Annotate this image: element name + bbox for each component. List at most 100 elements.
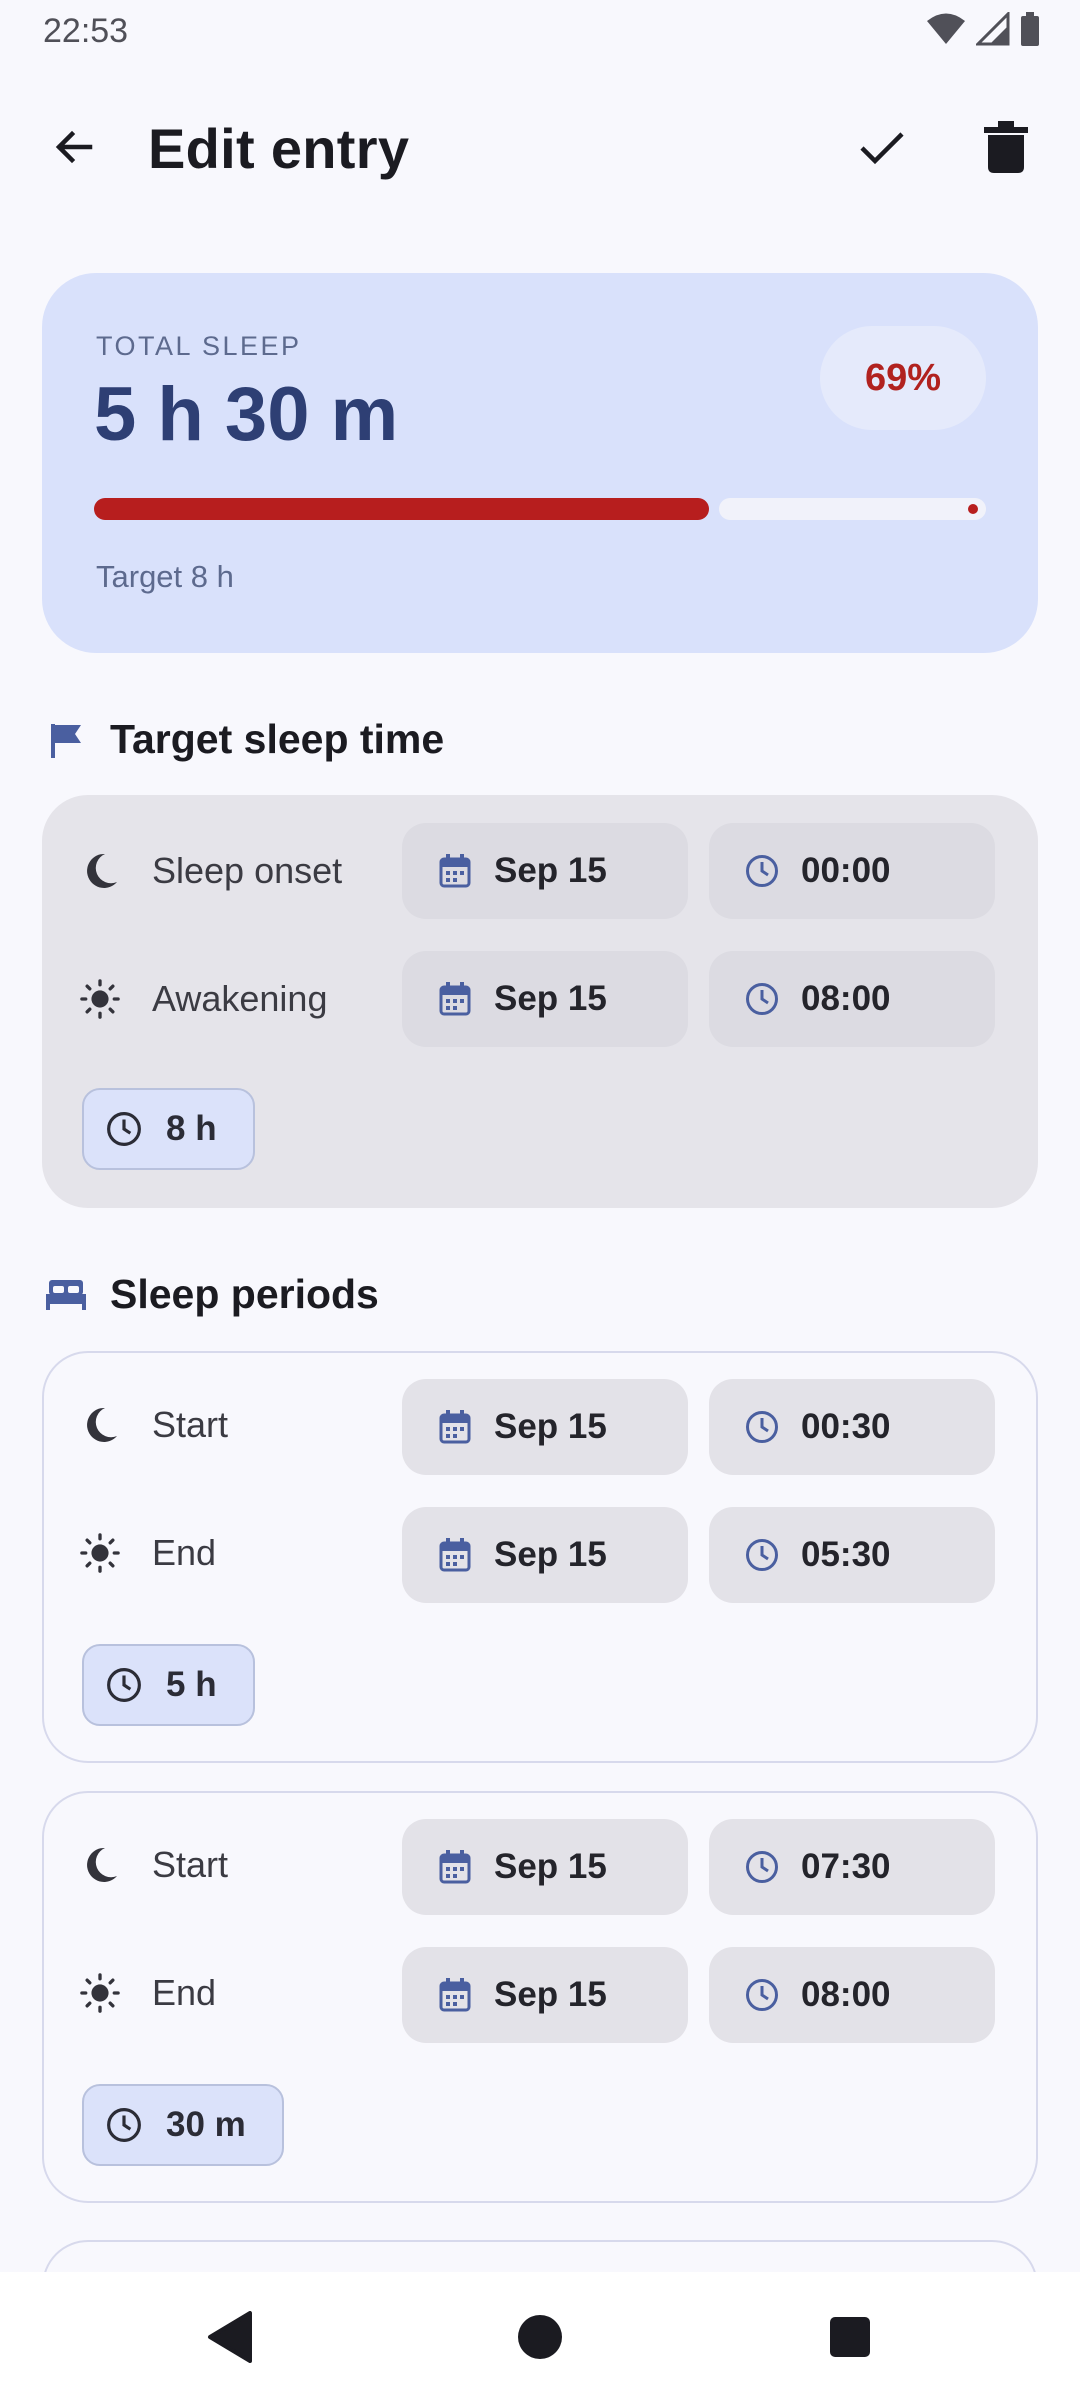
date-value: Sep 15 <box>494 851 607 890</box>
time-value: 00:00 <box>801 851 891 890</box>
calendar-icon <box>438 982 472 1016</box>
target-duration-chip[interactable]: 8 h <box>82 1088 255 1170</box>
sleep-period-card: Start Sep 15 00:30 End Sep 15 05:30 5 h <box>42 1351 1038 1763</box>
time-field[interactable]: 08:00 <box>709 951 995 1047</box>
flag-icon <box>46 720 86 760</box>
calendar-icon <box>438 854 472 888</box>
bed-icon <box>46 1275 86 1315</box>
delete-button[interactable] <box>964 105 1048 189</box>
date-field[interactable]: Sep 15 <box>402 823 688 919</box>
circle-home-icon <box>517 2314 563 2360</box>
clock-icon <box>106 1667 142 1703</box>
period-row-start: Start Sep 15 07:30 <box>44 1819 1040 1915</box>
sleep-target-label: Target 8 h <box>96 559 234 594</box>
progress-end-dot <box>968 504 978 514</box>
duration-value: 8 h <box>166 1109 217 1148</box>
time-value: 00:30 <box>801 1407 891 1446</box>
top-app-bar: Edit entry <box>0 80 1080 215</box>
nav-home-button[interactable] <box>505 2302 575 2372</box>
time-field[interactable]: 08:00 <box>709 1947 995 2043</box>
signal-icon <box>976 12 1010 46</box>
status-time: 22:53 <box>43 12 129 50</box>
row-label: Sleep onset <box>152 850 343 891</box>
clock-icon <box>745 854 779 888</box>
time-value: 08:00 <box>801 979 891 1018</box>
total-sleep-value: 5 h 30 m <box>94 372 399 457</box>
battery-icon <box>1020 12 1040 46</box>
time-field[interactable]: 00:30 <box>709 1379 995 1475</box>
sleep-percent-badge: 69% <box>820 326 986 430</box>
date-value: Sep 15 <box>494 1975 607 2014</box>
calendar-icon <box>438 1410 472 1444</box>
row-label: Awakening <box>152 978 328 1019</box>
moon-icon <box>80 1845 120 1885</box>
target-row-onset: Sleep onset Sep 15 00:00 <box>42 823 1038 919</box>
progress-track <box>719 498 986 520</box>
calendar-icon <box>438 1850 472 1884</box>
sleep-percent-value: 69% <box>864 356 942 399</box>
square-recents-icon <box>829 2316 871 2358</box>
date-field[interactable]: Sep 15 <box>402 951 688 1047</box>
date-field[interactable]: Sep 15 <box>402 1947 688 2043</box>
duration-value: 5 h <box>166 1665 217 1704</box>
row-label: Start <box>152 1844 229 1885</box>
progress-fill <box>94 498 709 520</box>
back-button[interactable] <box>32 105 116 189</box>
date-field[interactable]: Sep 15 <box>402 1507 688 1603</box>
clock-icon <box>745 1538 779 1572</box>
period-duration-chip[interactable]: 30 m <box>82 2084 284 2166</box>
sun-icon <box>80 979 120 1019</box>
date-value: Sep 15 <box>494 1407 607 1446</box>
duration-value: 30 m <box>166 2105 246 2144</box>
periods-section-header: Sleep periods <box>46 1271 379 1318</box>
periods-section-title: Sleep periods <box>110 1271 379 1317</box>
confirm-button[interactable] <box>840 105 924 189</box>
nav-recents-button[interactable] <box>815 2302 885 2372</box>
target-row-awakening: Awakening Sep 15 08:00 <box>42 951 1038 1047</box>
moon-icon <box>80 851 120 891</box>
date-field[interactable]: Sep 15 <box>402 1819 688 1915</box>
total-sleep-label: TOTAL SLEEP <box>96 331 302 361</box>
row-label: Start <box>152 1404 229 1445</box>
target-sleep-card: Sleep onset Sep 15 00:00 Awakening Sep 1… <box>42 795 1038 1208</box>
time-field[interactable]: 00:00 <box>709 823 995 919</box>
total-sleep-card: TOTAL SLEEP 5 h 30 m 69% Target 8 h <box>42 273 1038 653</box>
trash-icon <box>984 121 1028 173</box>
time-value: 05:30 <box>801 1535 891 1574</box>
clock-icon <box>106 2107 142 2143</box>
time-value: 08:00 <box>801 1975 891 2014</box>
arrow-left-icon <box>50 123 98 171</box>
target-section-header: Target sleep time <box>46 716 444 763</box>
period-row-start: Start Sep 15 00:30 <box>44 1379 1040 1475</box>
wifi-icon <box>926 12 966 46</box>
row-label: End <box>152 1972 217 2013</box>
system-navigation-bar <box>0 2272 1080 2400</box>
check-icon <box>856 121 908 173</box>
period-row-end: End Sep 15 05:30 <box>44 1507 1040 1603</box>
sleep-progress-bar <box>94 498 986 520</box>
sleep-period-card: Start Sep 15 07:30 End Sep 15 08:00 30 m <box>42 1791 1038 2203</box>
calendar-icon <box>438 1538 472 1572</box>
status-icons <box>926 12 1040 46</box>
triangle-back-icon <box>206 2311 254 2363</box>
time-field[interactable]: 05:30 <box>709 1507 995 1603</box>
time-value: 07:30 <box>801 1847 891 1886</box>
row-label: End <box>152 1532 217 1573</box>
status-bar: 22:53 <box>0 0 1080 62</box>
date-value: Sep 15 <box>494 979 607 1018</box>
sun-icon <box>80 1533 120 1573</box>
calendar-icon <box>438 1978 472 2012</box>
clock-icon <box>745 1410 779 1444</box>
nav-back-button[interactable] <box>195 2302 265 2372</box>
date-field[interactable]: Sep 15 <box>402 1379 688 1475</box>
moon-icon <box>80 1405 120 1445</box>
clock-icon <box>745 1978 779 2012</box>
date-value: Sep 15 <box>494 1847 607 1886</box>
period-duration-chip[interactable]: 5 h <box>82 1644 255 1726</box>
clock-icon <box>745 1850 779 1884</box>
clock-icon <box>106 1111 142 1147</box>
target-section-title: Target sleep time <box>110 716 445 762</box>
date-value: Sep 15 <box>494 1535 607 1574</box>
sun-icon <box>80 1973 120 2013</box>
time-field[interactable]: 07:30 <box>709 1819 995 1915</box>
